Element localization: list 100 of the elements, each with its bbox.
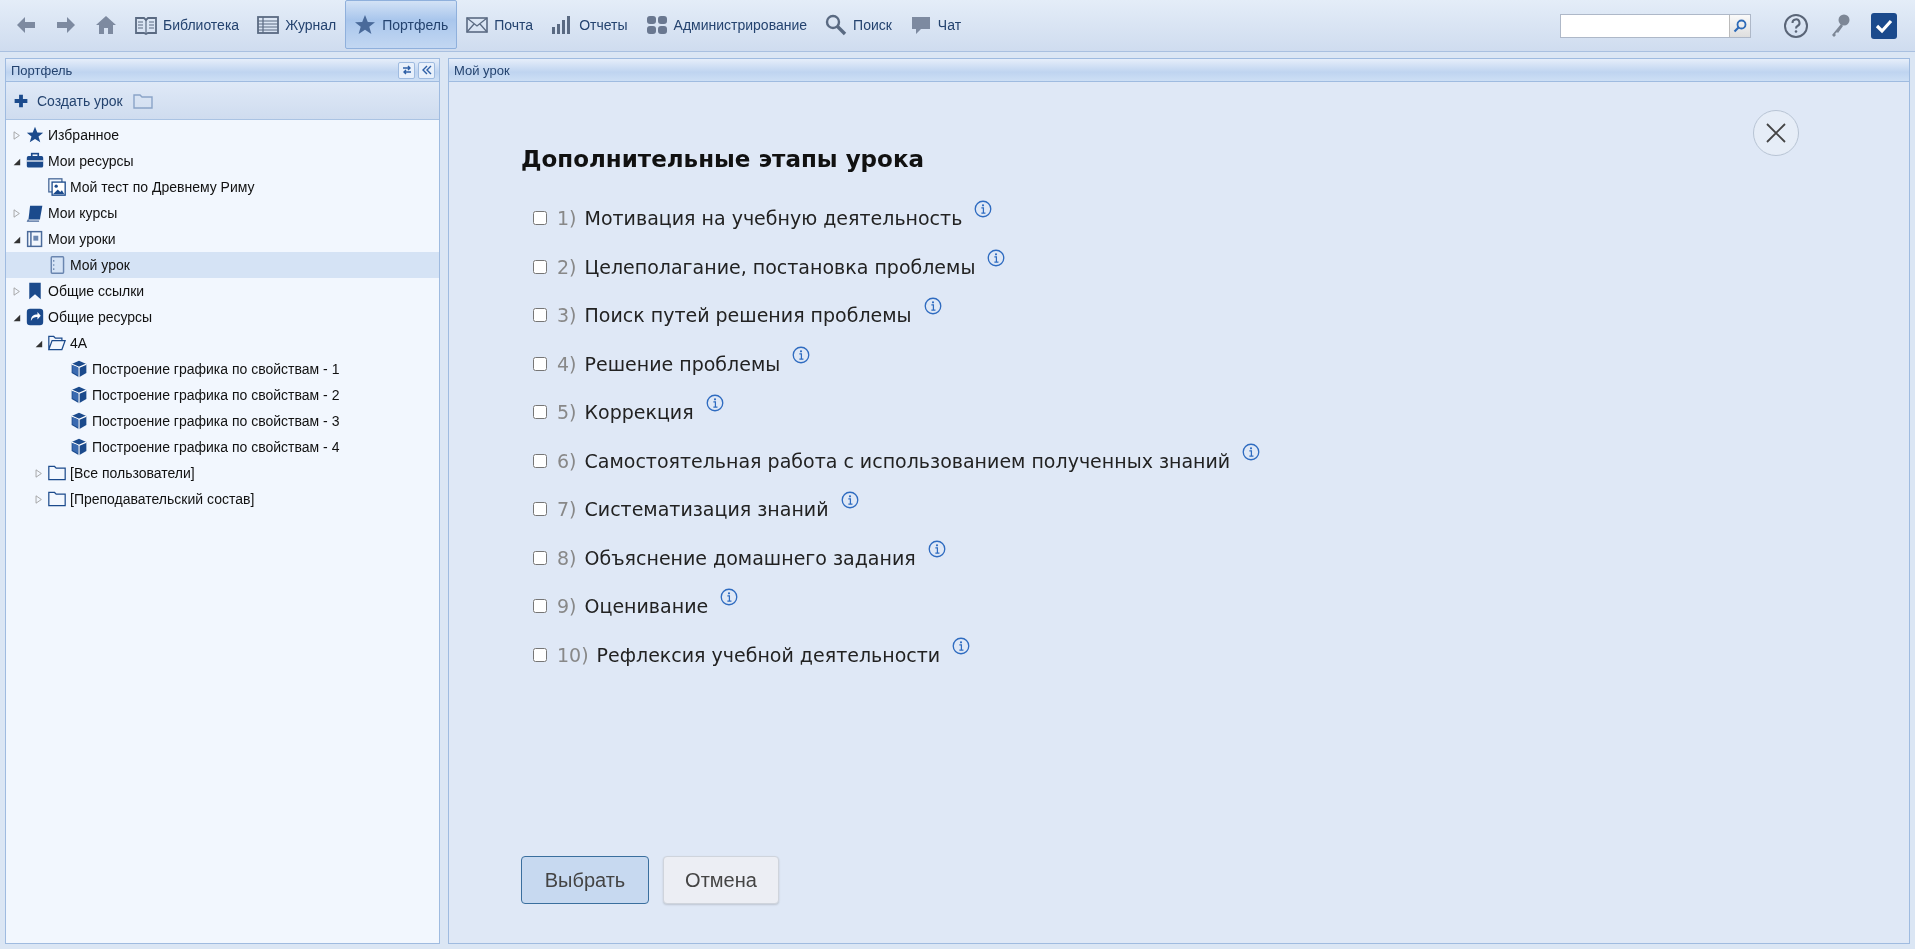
stage-label: Коррекция (584, 401, 694, 424)
tree-item[interactable]: Мой тест по Древнему Риму (6, 174, 439, 200)
checkbox[interactable] (533, 259, 547, 274)
document-icon (48, 256, 66, 274)
dialog-heading: Дополнительные этапы урока (521, 146, 926, 172)
stage-number: 8) (557, 546, 577, 569)
info-icon[interactable] (705, 394, 724, 412)
expanded-arrow-icon[interactable] (12, 234, 21, 244)
cancel-button[interactable]: Отмена (663, 856, 779, 904)
tree-item[interactable]: Мои курсы (6, 200, 439, 226)
close-icon[interactable] (1765, 122, 1787, 144)
info-icon[interactable] (927, 539, 946, 558)
toolbar-button[interactable]: Отчеты (542, 0, 637, 49)
stage-label: Мотивация на учебную деятельность (584, 207, 963, 230)
document-icon (26, 230, 44, 248)
tree-item[interactable]: Построение графика по свойствам - 3 (6, 408, 439, 434)
toolbar-button[interactable]: Почта (457, 0, 543, 49)
bookmark-icon (26, 282, 44, 300)
stage-label: Рефлексия учебной деятельности (596, 643, 941, 666)
stage-number: 10) (557, 643, 589, 666)
checkbox[interactable] (533, 405, 547, 420)
toolbar-button[interactable]: Поиск (816, 0, 901, 49)
cube-icon (70, 360, 88, 378)
checkbox[interactable] (533, 599, 547, 614)
select-button[interactable]: Выбрать (521, 856, 649, 904)
search-field[interactable] (1560, 13, 1751, 38)
info-icon[interactable] (987, 248, 1006, 267)
checkbox[interactable] (533, 453, 547, 468)
stage-number: 4) (557, 352, 577, 375)
people-icon (645, 13, 668, 36)
checkbox[interactable] (533, 647, 547, 662)
tree-item[interactable]: Общие ресурсы (6, 304, 439, 330)
tree-item[interactable]: Построение графика по свойствам - 1 (6, 356, 439, 382)
collapse-icon[interactable] (418, 61, 435, 79)
expanded-arrow-icon[interactable] (12, 312, 21, 322)
briefcase-icon (26, 152, 44, 170)
checkbox[interactable] (533, 211, 547, 226)
key-icon[interactable] (1829, 12, 1851, 39)
stage-number: 3) (557, 304, 577, 327)
info-icon[interactable] (720, 588, 739, 606)
tree-item[interactable]: Мой урок (6, 252, 439, 278)
checkbox[interactable] (533, 356, 547, 371)
tree-item[interactable]: Избранное (6, 122, 439, 148)
info-icon[interactable] (952, 636, 971, 655)
book-icon (26, 204, 44, 222)
checkbox[interactable] (533, 308, 547, 323)
info-icon[interactable] (840, 491, 859, 509)
stage-number: 7) (557, 498, 577, 521)
search-icon (825, 13, 848, 36)
stage-label: Объяснение домашнего задания (584, 546, 916, 569)
checkbox[interactable] (533, 550, 547, 565)
toolbar-button[interactable]: Журнал (248, 0, 346, 49)
stage-label: Поиск путей решения проблемы (584, 304, 912, 327)
tree-item[interactable]: Построение графика по свойствам - 4 (6, 434, 439, 460)
stage-number: 5) (557, 401, 577, 424)
info-icon[interactable] (792, 345, 811, 364)
table-icon (257, 13, 280, 36)
close-button[interactable] (1753, 110, 1799, 156)
star-icon (26, 126, 44, 144)
tree-item[interactable]: 4А (6, 330, 439, 356)
cube-icon (70, 412, 88, 430)
stage-number: 1) (557, 207, 577, 230)
stage-label: Целеполагание, постановка проблемы (584, 255, 976, 278)
picture-icon (48, 178, 66, 196)
info-icon[interactable] (974, 200, 993, 218)
tree-item[interactable]: [Преподавательский состав] (6, 486, 439, 512)
toolbar-button[interactable]: Портфель (345, 0, 458, 49)
info-icon[interactable] (923, 297, 942, 315)
tree-item[interactable]: Общие ссылки (6, 278, 439, 304)
folder-icon (48, 490, 66, 508)
tree-item[interactable]: Мои ресурсы (6, 148, 439, 174)
create-lesson-button[interactable]: Создать урок (14, 92, 123, 109)
refresh-icon[interactable] (398, 61, 415, 79)
stage-number: 9) (557, 595, 577, 618)
tree-item[interactable]: [Все пользователи] (6, 460, 439, 486)
info-icon[interactable] (1242, 442, 1261, 461)
toolbar-button[interactable]: Библиотека (126, 0, 249, 49)
tree-item[interactable]: Мои уроки (6, 226, 439, 252)
expanded-arrow-icon[interactable] (34, 338, 43, 348)
stage-label: Решение проблемы (584, 352, 781, 375)
expanded-arrow-icon[interactable] (12, 156, 21, 166)
open-folder-icon (48, 334, 66, 352)
home-icon[interactable] (95, 13, 117, 36)
help-icon[interactable] (1783, 12, 1809, 39)
cube-icon (70, 386, 88, 404)
tree-item[interactable]: Построение графика по свойствам - 2 (6, 382, 439, 408)
stage-label: Самостоятельная работа с использованием полученных знаний (584, 449, 1231, 472)
checkbox[interactable] (533, 502, 547, 517)
star-icon (354, 13, 377, 36)
panel-title: Портфель (11, 62, 73, 78)
stage-label: Систематизация знаний (584, 498, 829, 521)
cube-icon (70, 438, 88, 456)
plus-icon (14, 93, 28, 108)
checkbox-icon[interactable] (1871, 12, 1897, 39)
search-icon[interactable] (1729, 14, 1750, 37)
share-icon (26, 308, 44, 326)
stage-number: 6) (557, 449, 577, 472)
panel-title: Мой урок (454, 62, 510, 78)
toolbar-button[interactable]: Администрирование (636, 0, 817, 49)
toolbar-button[interactable]: Чат (900, 0, 971, 49)
